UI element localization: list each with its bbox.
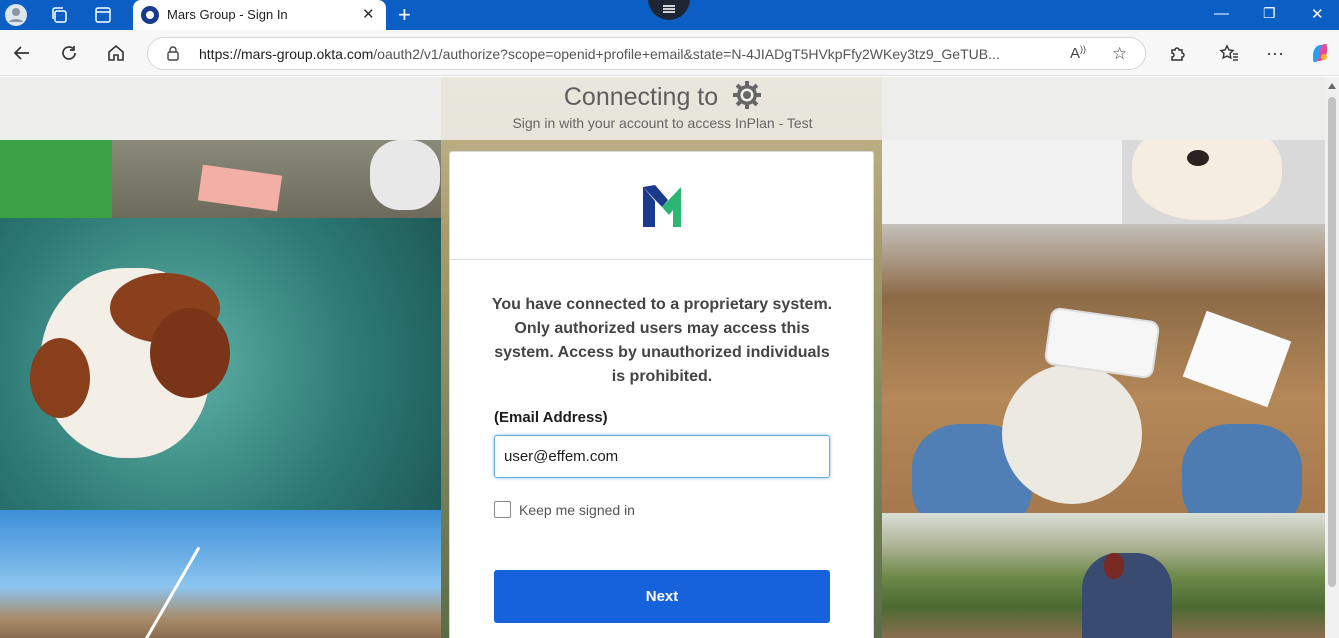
- background-photo-desk: [0, 140, 441, 218]
- scroll-up-icon[interactable]: [1328, 83, 1336, 89]
- background-photo-food: [882, 224, 1325, 513]
- banner-subtitle: Sign in with your account to access InPl…: [512, 115, 813, 131]
- browser-toolbar: https://mars-group.okta.com/oauth2/v1/au…: [0, 30, 1339, 76]
- refresh-icon[interactable]: [58, 42, 80, 64]
- url-path: /oauth2/v1/authorize?scope=openid+profil…: [373, 46, 1000, 62]
- security-notice: You have connected to a proprietary syst…: [491, 296, 833, 385]
- background-photo-farmer: [882, 513, 1325, 638]
- copilot-icon[interactable]: [1309, 42, 1331, 64]
- page-content: Connecting to Sign in with your account …: [0, 77, 1325, 638]
- connecting-banner: Connecting to Sign in with your account …: [0, 77, 1325, 140]
- home-icon[interactable]: [105, 42, 127, 64]
- url-host: https://mars-group.okta.com: [199, 46, 374, 62]
- url-text[interactable]: https://mars-group.okta.com/oauth2/v1/au…: [199, 46, 1054, 62]
- back-icon[interactable]: [11, 42, 33, 64]
- gear-icon: [733, 81, 762, 110]
- new-tab-icon[interactable]: +: [398, 2, 411, 28]
- banner-title-text: Connecting to: [563, 83, 719, 111]
- workspaces-icon[interactable]: [48, 4, 70, 26]
- profile-icon[interactable]: [5, 4, 27, 26]
- menu-icon[interactable]: [648, 0, 690, 20]
- background-photo-wind-turbines: [0, 510, 441, 638]
- email-input[interactable]: [494, 435, 830, 478]
- banner-title: Connecting to: [0, 81, 1325, 112]
- keep-signed-in-label[interactable]: Keep me signed in: [519, 502, 635, 518]
- mars-logo-icon: [643, 185, 681, 227]
- tab-close-icon[interactable]: ✕: [362, 5, 375, 23]
- address-bar[interactable]: https://mars-group.okta.com/oauth2/v1/au…: [147, 37, 1146, 70]
- next-button[interactable]: Next: [494, 570, 830, 623]
- close-window-icon[interactable]: ✕: [1311, 5, 1324, 23]
- extensions-icon[interactable]: [1167, 42, 1189, 64]
- scroll-thumb[interactable]: [1328, 97, 1336, 587]
- page-scrollbar[interactable]: [1325, 77, 1339, 638]
- lock-icon[interactable]: [166, 46, 180, 61]
- background-photo-swimming-dog: [0, 218, 441, 510]
- keep-signed-in-checkbox[interactable]: [494, 501, 511, 518]
- read-aloud-icon[interactable]: A)): [1070, 44, 1086, 62]
- minimize-icon[interactable]: —: [1214, 5, 1229, 22]
- keep-signed-in[interactable]: Keep me signed in: [494, 501, 635, 518]
- logo-area: [450, 152, 873, 260]
- browser-tab-active[interactable]: Mars Group - Sign In ✕: [133, 0, 386, 30]
- more-icon[interactable]: ···: [1264, 42, 1286, 64]
- okta-favicon-icon: [141, 6, 159, 24]
- tab-title: Mars Group - Sign In: [167, 7, 288, 22]
- restore-icon[interactable]: ❐: [1263, 5, 1276, 22]
- email-label: (Email Address): [494, 409, 608, 426]
- favorite-icon[interactable]: ☆: [1112, 44, 1127, 64]
- sign-in-card: You have connected to a proprietary syst…: [449, 151, 874, 638]
- tab-actions-icon[interactable]: [92, 4, 114, 26]
- favorites-icon[interactable]: [1218, 42, 1240, 64]
- browser-titlebar: Mars Group - Sign In ✕ + — ❐ ✕: [0, 0, 1339, 30]
- background-photo-golden-retriever: [882, 140, 1325, 224]
